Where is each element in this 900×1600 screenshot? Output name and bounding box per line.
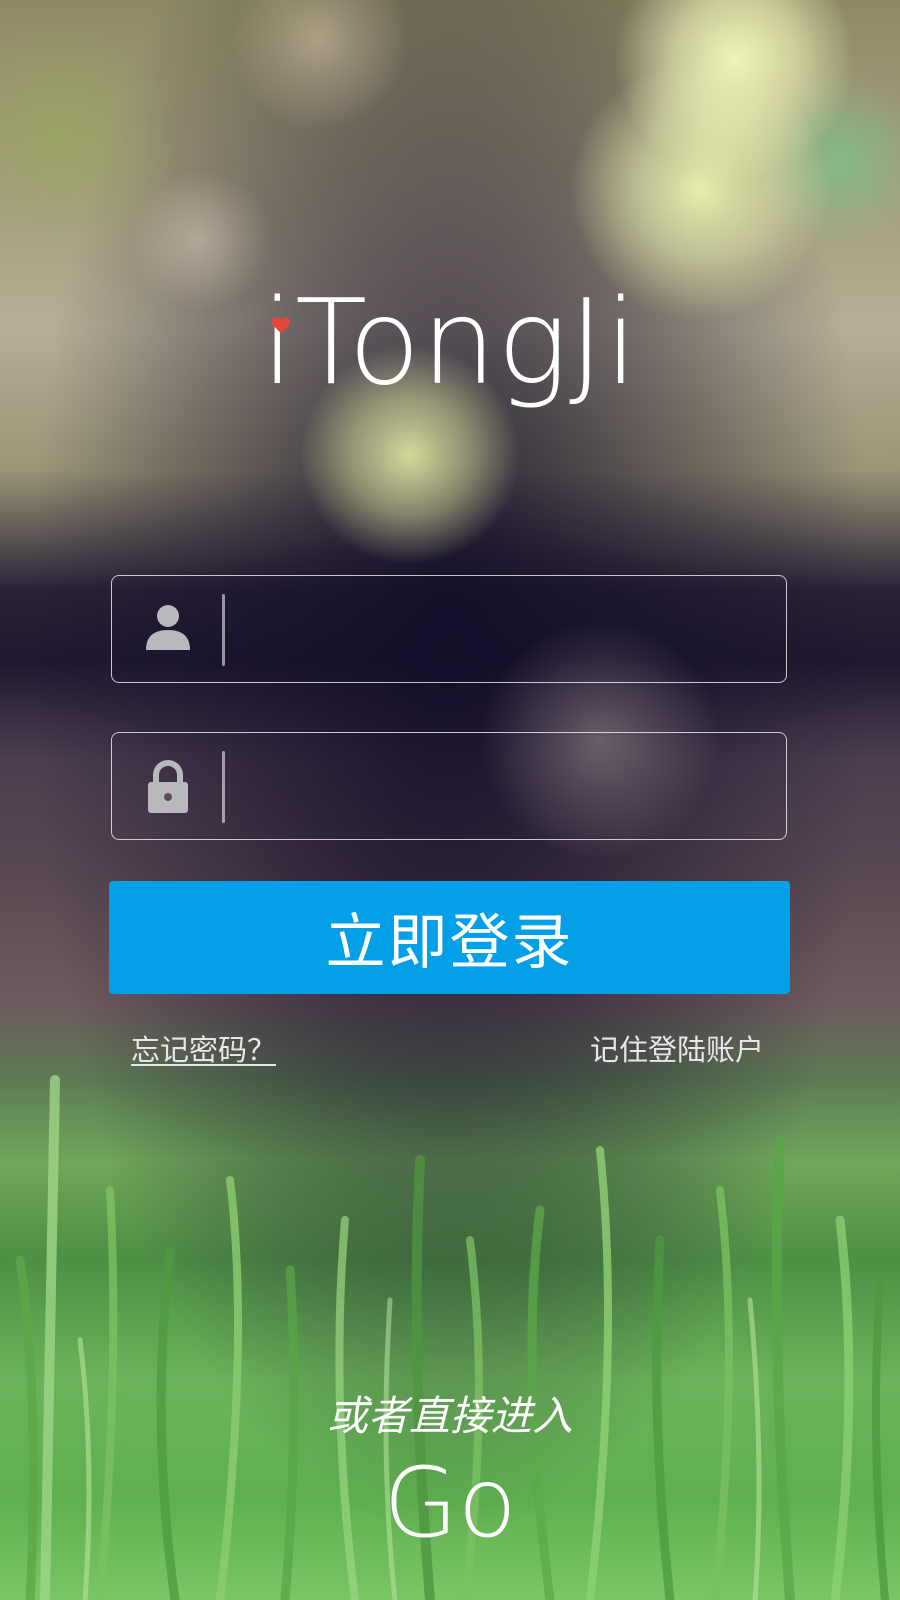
lock-icon <box>148 760 188 813</box>
login-screen: iTongJi 立即登录 忘记密码？ 记住登陆账户 或者直接进入 Go <box>0 0 900 1600</box>
forgot-password-link[interactable]: 忘记密码？ <box>131 1027 276 1069</box>
guest-entry-prompt: 或者直接进入 <box>327 1392 573 1440</box>
input-divider <box>222 751 225 823</box>
password-input[interactable] <box>236 753 770 823</box>
app-logo: iTongJi <box>261 273 639 411</box>
go-button[interactable]: Go <box>0 1448 900 1558</box>
login-button[interactable]: 立即登录 <box>109 881 790 994</box>
input-divider <box>222 594 225 666</box>
remember-account-toggle[interactable]: 记住登陆账户 <box>560 1027 764 1069</box>
password-field[interactable] <box>111 732 787 840</box>
user-icon <box>146 605 190 650</box>
username-field[interactable] <box>111 575 787 683</box>
username-input[interactable] <box>236 596 770 666</box>
heart-icon <box>271 317 291 334</box>
